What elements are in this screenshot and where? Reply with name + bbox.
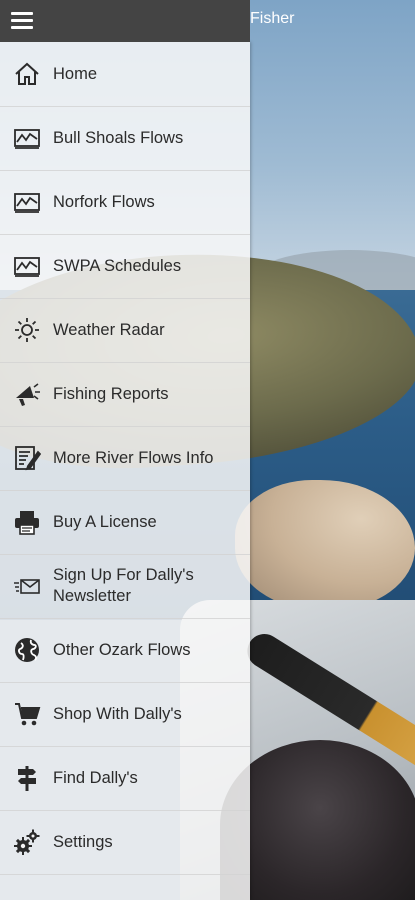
menu-item-swpa-schedules[interactable]: SWPA Schedules <box>0 234 250 299</box>
chart-icon <box>12 123 42 153</box>
menu-label: Find Dally's <box>53 768 138 787</box>
menu-item-bull-shoals-flows[interactable]: Bull Shoals Flows <box>0 106 250 171</box>
menu-label: Home <box>53 64 98 83</box>
globe-icon <box>12 635 42 665</box>
menu-item-more-river-flows-info[interactable]: More River Flows Info <box>0 426 250 491</box>
chart-icon <box>12 187 42 217</box>
signpost-icon <box>12 763 42 793</box>
cart-icon <box>12 699 42 729</box>
menu-label: Norfork Flows <box>53 192 155 211</box>
edit-note-icon <box>12 443 42 473</box>
menu-label: Weather Radar <box>53 320 165 339</box>
menu-label: Sign Up For Dally's Newsletter <box>53 566 194 605</box>
menu-item-settings[interactable]: Settings <box>0 810 250 875</box>
menu-item-find-dallys[interactable]: Find Dally's <box>0 746 250 811</box>
home-icon <box>12 59 42 89</box>
menu-item-weather-radar[interactable]: Weather Radar <box>0 298 250 363</box>
menu-item-other-ozark-flows[interactable]: Other Ozark Flows <box>0 618 250 683</box>
hamburger-menu-icon[interactable] <box>11 10 33 30</box>
menu-label: More River Flows Info <box>53 448 214 467</box>
menu-item-fishing-reports[interactable]: Fishing Reports <box>0 362 250 427</box>
menu-label: Shop With Dally's <box>53 704 182 723</box>
menu-label: Buy A License <box>53 512 157 531</box>
menu-item-buy-a-license[interactable]: Buy A License <box>0 490 250 555</box>
menu-item-norfork-flows[interactable]: Norfork Flows <box>0 170 250 235</box>
menu-label: Bull Shoals Flows <box>53 128 184 147</box>
chart-icon <box>12 251 42 281</box>
megaphone-icon <box>12 379 42 409</box>
menu-label: Settings <box>53 832 113 851</box>
mail-icon <box>12 571 42 601</box>
gears-icon <box>12 827 42 857</box>
app-title: Fisher <box>250 10 295 27</box>
menu-item-home[interactable]: Home <box>0 42 250 107</box>
menu-item-newsletter-signup[interactable]: Sign Up For Dally's Newsletter <box>0 554 250 619</box>
menu-label: Fishing Reports <box>53 384 169 403</box>
navigation-drawer: Home Bull Shoals Flows Norfork Flows SWP… <box>0 42 250 900</box>
hand-image <box>235 480 415 610</box>
menu-item-shop-with-dallys[interactable]: Shop With Dally's <box>0 682 250 747</box>
menu-label: Other Ozark Flows <box>53 640 191 659</box>
sun-icon <box>12 315 42 345</box>
drawer-header <box>0 0 250 42</box>
menu-label: SWPA Schedules <box>53 256 182 275</box>
printer-icon <box>12 507 42 537</box>
